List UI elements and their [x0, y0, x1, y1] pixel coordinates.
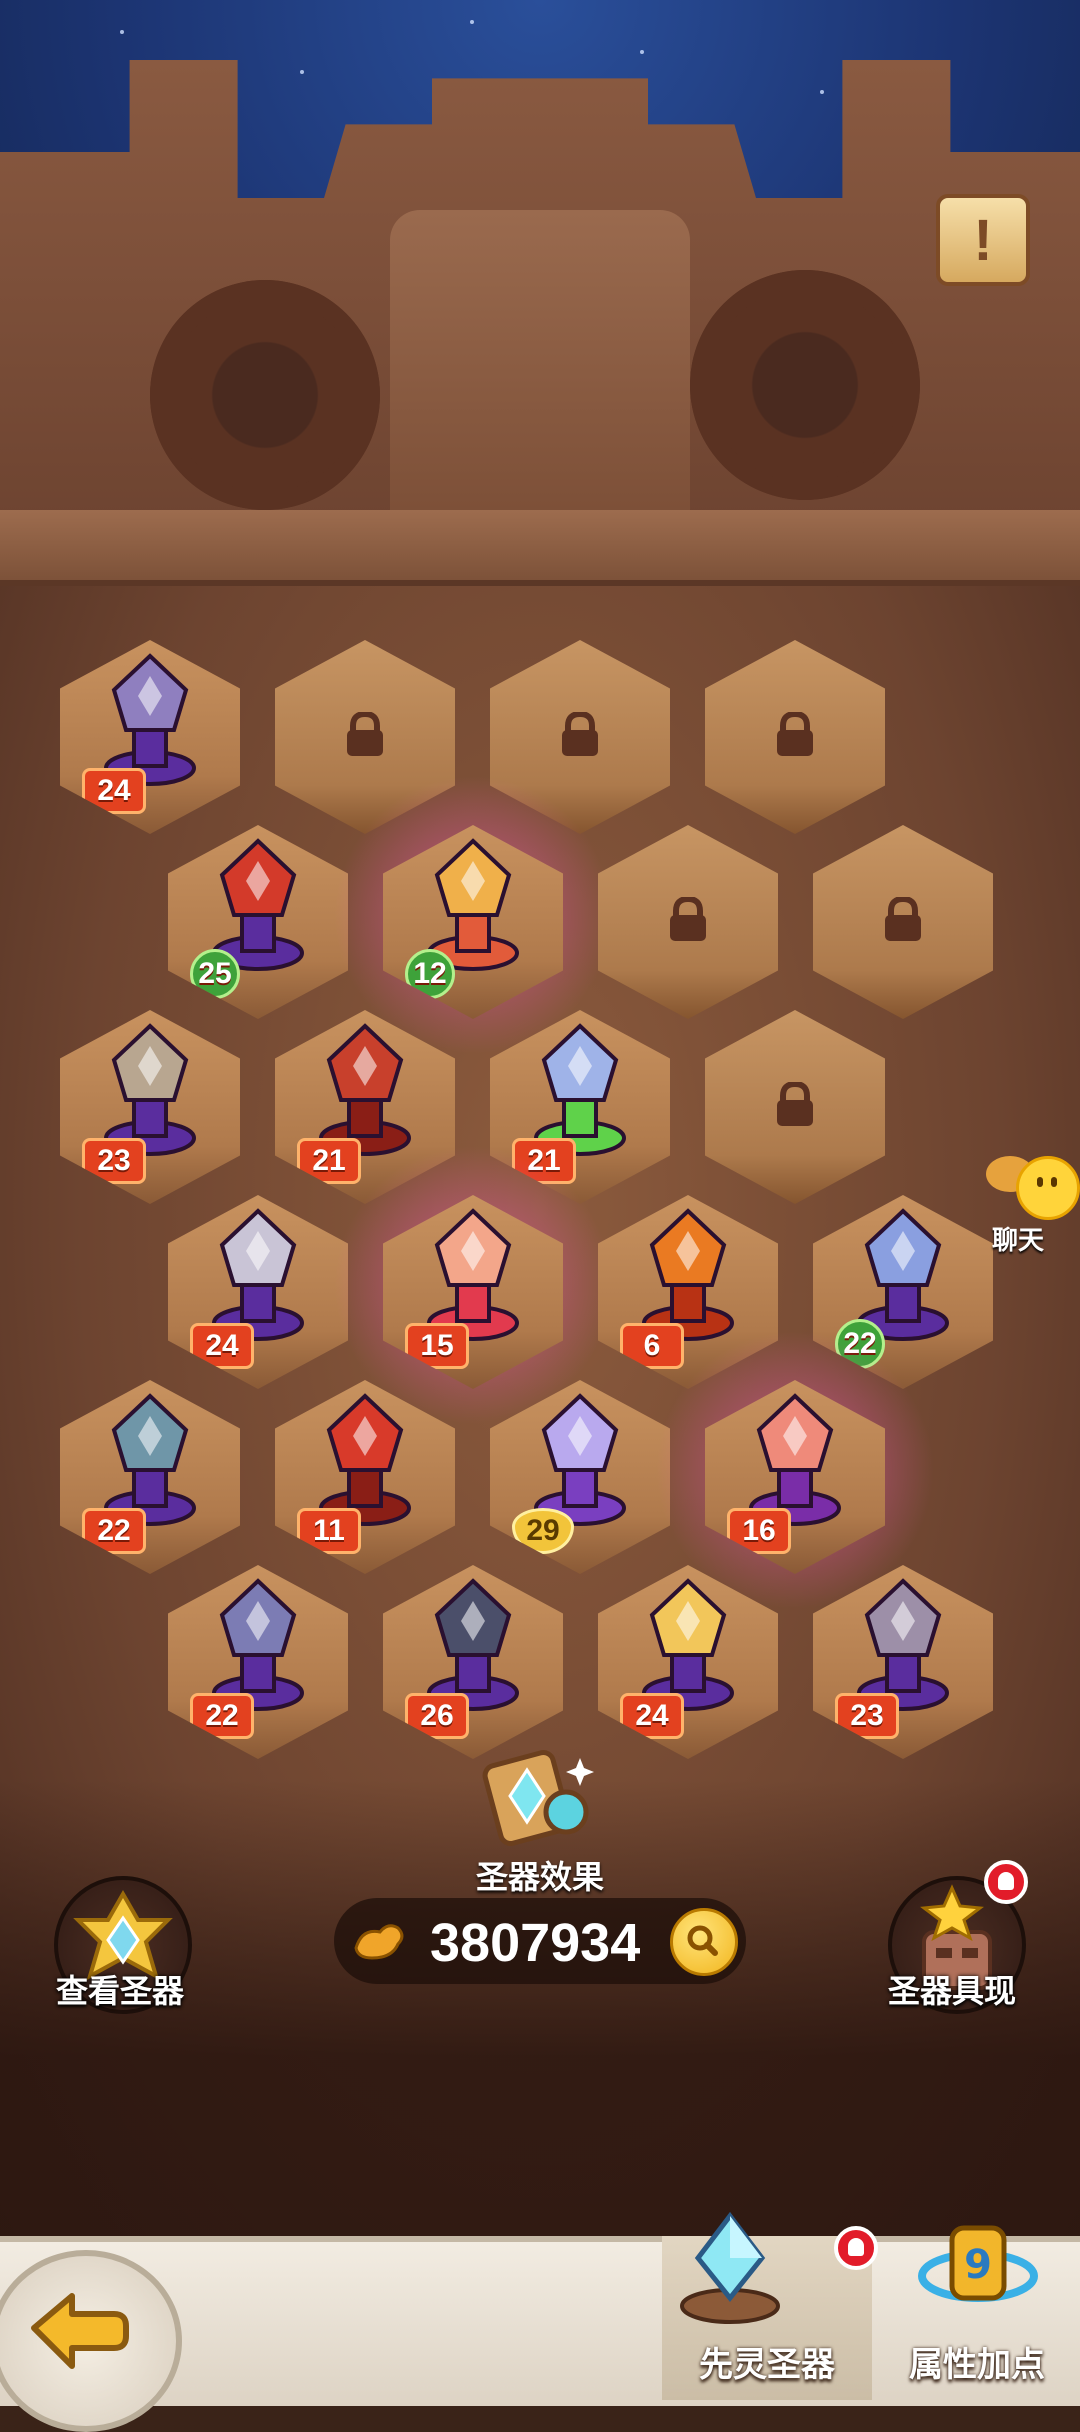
- lock-icon: [562, 712, 598, 756]
- bell-icon: [998, 1872, 1014, 1890]
- fortress-gate: [390, 210, 690, 510]
- crystal-artifact-icon: [680, 2211, 780, 2324]
- board-ledge: [0, 510, 1080, 586]
- back-button[interactable]: [0, 2250, 182, 2432]
- svg-text:9: 9: [964, 2242, 992, 2288]
- lock-icon: [777, 1082, 813, 1126]
- manifest-notification-badge: [984, 1860, 1028, 1904]
- muscle-arm-icon: [354, 1924, 404, 1960]
- tab-ancestral-artifacts-label: 先灵圣器: [699, 2346, 835, 2384]
- lock-icon: [777, 712, 813, 756]
- chat-label: 聊天: [992, 1225, 1045, 1255]
- tab-attribute-points-label: 属性加点: [909, 2346, 1045, 2384]
- right-gear-decoration: [690, 270, 920, 500]
- currency-bar: 3807934: [334, 1898, 746, 1984]
- lock-icon: [885, 897, 921, 941]
- info-icon: !: [973, 207, 993, 273]
- left-gear-decoration: [150, 280, 380, 510]
- lock-icon: [347, 712, 383, 756]
- chat-button[interactable]: 聊天: [976, 1156, 1080, 1256]
- currency-amount: 3807934: [430, 1913, 641, 1973]
- bell-icon: [848, 2238, 864, 2256]
- smiley-icon: [1016, 1156, 1080, 1220]
- view-artifacts-label: 查看圣器: [55, 1973, 184, 2009]
- lock-icon: [670, 897, 706, 941]
- tab-attribute-points[interactable]: 9 属性加点: [872, 2225, 1080, 2400]
- search-icon[interactable]: [670, 1908, 738, 1976]
- info-button[interactable]: !: [936, 194, 1030, 286]
- attribute-orb-icon: 9: [918, 2225, 1038, 2302]
- back-arrow-icon: [31, 2293, 129, 2369]
- artifact-effect-button[interactable]: [480, 1748, 600, 1848]
- artifact-effect-label: 圣器效果: [475, 1859, 604, 1895]
- artifact-manifest-label: 圣器具现: [887, 1973, 1016, 2009]
- scroll-magnifier-icon: [482, 1750, 594, 1846]
